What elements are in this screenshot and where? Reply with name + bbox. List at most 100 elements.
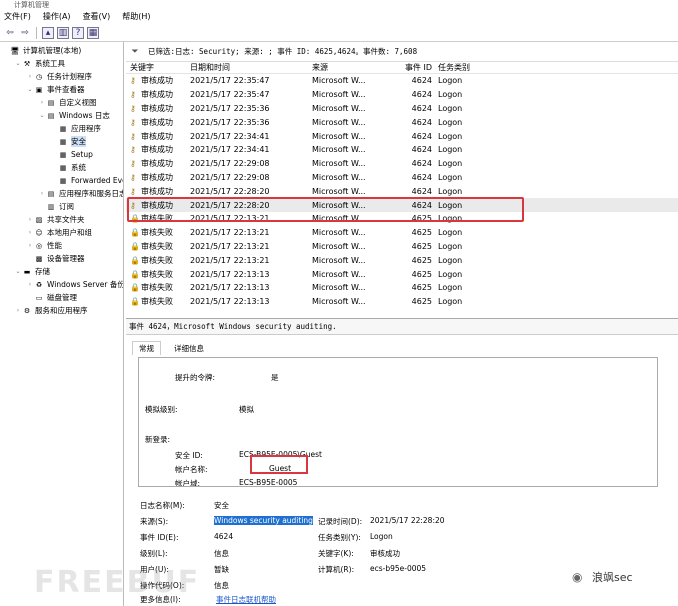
expand-arrow-icon[interactable]: ⌄ — [14, 268, 22, 275]
expand-arrow-icon[interactable]: › — [38, 190, 46, 197]
help-icon[interactable]: ? — [72, 26, 84, 39]
menu-action[interactable]: 操作(A) — [43, 11, 71, 22]
cell-source: Microsoft W... — [312, 159, 366, 169]
table-row[interactable]: 🔒审核失败 2021/5/17 22:13:13 Microsoft W... 462… — [126, 281, 678, 295]
source-value[interactable]: Windows security auditing — [214, 516, 313, 525]
back-arrow-icon[interactable]: ⇦ — [4, 27, 16, 39]
log-icon: ▦ — [59, 176, 67, 185]
expand-arrow-icon[interactable]: › — [38, 99, 46, 106]
tree-item[interactable]: ⌄ ⚒ 系统工具 — [14, 57, 65, 70]
tree-item[interactable]: ⌄ ▣ 事件查看器 — [26, 83, 84, 96]
tree-item[interactable]: ▭ 磁盘管理 — [26, 291, 77, 304]
tree-item[interactable]: 🖥 计算机管理(本地) — [2, 44, 82, 57]
table-row[interactable]: 🔒审核失败 2021/5/17 22:13:13 Microsoft W... 462… — [126, 295, 678, 309]
up-folder-icon[interactable]: ▴ — [42, 26, 54, 39]
key-icon: ⚷ — [130, 159, 136, 169]
cell-source: Microsoft W... — [312, 186, 366, 196]
table-row[interactable]: 🔒审核失败 2021/5/17 22:13:13 Microsoft W... 462… — [126, 267, 678, 281]
tree-item[interactable]: ▦ Setup — [50, 148, 93, 161]
impersonation-label: 模拟级别: — [145, 405, 178, 414]
forward-arrow-icon[interactable]: ⇨ — [19, 27, 31, 39]
menu-help[interactable]: 帮助(H) — [122, 11, 150, 22]
event-detail-title: 事件 4624，Microsoft Windows security audit… — [126, 319, 678, 335]
expand-arrow-icon[interactable]: ⌄ — [14, 60, 22, 67]
table-row[interactable]: ⚷ 审核成功 2021/5/17 22:35:47 Microsoft W... 462… — [126, 74, 678, 88]
tree-item-label: 本地用户和组 — [47, 228, 92, 237]
cell-keyword-text: 审核成功 — [141, 131, 173, 141]
online-help-link[interactable]: 事件日志联机帮助 — [216, 594, 276, 605]
cell-task-category: Logon — [438, 76, 463, 86]
col-header-source[interactable]: 来源 — [312, 62, 400, 73]
col-header-keyword[interactable]: 关键字 — [126, 62, 190, 73]
tree-item[interactable]: ▥ 订阅 — [38, 200, 74, 213]
event-description-box[interactable]: 提升的令牌: 是 模拟级别: 模拟 新登录: 安全 ID: ECS-B95E-0… — [138, 357, 658, 487]
cell-datetime: 2021/5/17 22:35:47 — [190, 76, 270, 86]
table-row[interactable]: ⚷ 审核成功 2021/5/17 22:34:41 Microsoft W... 462… — [126, 143, 678, 157]
watermark-account: 浪飒sec — [592, 571, 633, 584]
table-row[interactable]: ⚷ 审核成功 2021/5/17 22:34:41 Microsoft W... 462… — [126, 129, 678, 143]
event-viewer-icon: ▣ — [35, 85, 43, 94]
cell-event-id: 4624 — [411, 159, 432, 169]
cell-event-id: 4625 — [411, 297, 432, 307]
tree-item[interactable]: ▦ 安全 — [50, 135, 86, 148]
cell-keyword: 🔒审核失败 — [126, 241, 190, 252]
tree-item[interactable]: ▦ 应用程序 — [50, 122, 101, 135]
expand-arrow-icon[interactable]: › — [14, 307, 22, 314]
table-row[interactable]: 🔒审核失败 2021/5/17 22:13:21 Microsoft W... 462… — [126, 253, 678, 267]
filter-summary: 已筛选:日志: Security; 来源: ; 事件 ID: 4625,4624… — [148, 47, 418, 56]
tree-item-label: 自定义视图 — [59, 98, 97, 107]
tree-item[interactable]: › ▤ 自定义视图 — [38, 96, 97, 109]
user-value: 暂缺 — [214, 565, 229, 574]
tree-item[interactable]: ⌄ ▤ Windows 日志 — [38, 109, 109, 122]
cell-keyword-text: 审核成功 — [141, 90, 173, 100]
cell-event-id: 4624 — [411, 90, 432, 100]
col-header-datetime[interactable]: 日期和时间 — [190, 62, 312, 73]
tree-item[interactable]: › ⚙ 服务和应用程序 — [14, 304, 88, 317]
table-row[interactable]: 🔒审核失败 2021/5/17 22:13:21 Microsoft W... 462… — [126, 240, 678, 254]
filter-funnel-icon[interactable]: ⏷ — [130, 47, 140, 57]
opcode-value: 信息 — [214, 581, 229, 590]
expand-arrow-icon[interactable]: ⌄ — [26, 86, 34, 93]
table-row[interactable]: ⚷ 审核成功 2021/5/17 22:29:08 Microsoft W... 462… — [126, 157, 678, 171]
tree-item[interactable]: › ♻ Windows Server 备份 — [26, 278, 123, 291]
table-row[interactable]: ⚷ 审核成功 2021/5/17 22:35:36 Microsoft W... 462… — [126, 115, 678, 129]
tree-item[interactable]: ⌄ ▬ 存储 — [14, 265, 50, 278]
task-category-label: 任务类别(Y): — [318, 533, 361, 542]
cell-source: Microsoft W... — [312, 90, 366, 100]
show-tree-icon[interactable]: ▥ — [57, 26, 69, 39]
event-table-body: ⚷ 审核成功 2021/5/17 22:35:47 Microsoft W... 462… — [126, 74, 678, 309]
expand-arrow-icon[interactable]: › — [26, 73, 34, 80]
col-header-event-id[interactable]: 事件 ID — [400, 62, 438, 73]
menu-view[interactable]: 查看(V) — [83, 11, 111, 22]
expand-arrow-icon[interactable]: › — [26, 229, 34, 236]
tree-item[interactable]: › ☺ 本地用户和组 — [26, 226, 92, 239]
window-title: 计算机管理 — [14, 1, 49, 9]
performance-icon: ◎ — [35, 241, 43, 250]
expand-arrow-icon[interactable]: ⌄ — [38, 112, 46, 119]
table-row[interactable]: ⚷ 审核成功 2021/5/17 22:29:08 Microsoft W... 462… — [126, 171, 678, 185]
tree-item[interactable]: ▦ Forwarded Eve — [50, 174, 123, 187]
tree-item[interactable]: ▦ 系统 — [50, 161, 86, 174]
tree-item[interactable]: ▩ 设备管理器 — [26, 252, 85, 265]
cell-keyword: ⚷ 审核成功 — [126, 89, 190, 100]
tree-item[interactable]: › ▨ 共享文件夹 — [26, 213, 85, 226]
account-domain-value: ECS-B95E-0005 — [239, 478, 298, 487]
expand-arrow-icon[interactable]: › — [26, 242, 34, 249]
col-header-task-category[interactable]: 任务类别 — [438, 62, 498, 73]
expand-arrow-icon[interactable]: › — [26, 216, 34, 223]
expand-arrow-icon[interactable]: › — [26, 281, 34, 288]
cell-source: Microsoft W... — [312, 269, 366, 279]
tree-item[interactable]: › ◎ 性能 — [26, 239, 62, 252]
tab-general[interactable]: 常规 — [132, 341, 161, 355]
tab-details[interactable]: 详细信息 — [167, 341, 211, 355]
cell-keyword-text: 审核成功 — [141, 145, 173, 155]
menu-file[interactable]: 文件(F) — [4, 11, 31, 22]
table-row[interactable]: ⚷ 审核成功 2021/5/17 22:35:36 Microsoft W... 462… — [126, 102, 678, 116]
cell-keyword: ⚷ 审核成功 — [126, 186, 190, 197]
table-row[interactable]: 🔒审核失败 2021/5/17 22:13:21 Microsoft W... 462… — [126, 226, 678, 240]
menu-bar: 文件(F) 操作(A) 查看(V) 帮助(H) — [0, 9, 678, 23]
tree-item[interactable]: › ◷ 任务计划程序 — [26, 70, 92, 83]
properties-icon[interactable]: ▦ — [87, 26, 99, 39]
tree-item[interactable]: › ▤ 应用程序和服务日志 — [38, 187, 123, 200]
table-row[interactable]: ⚷ 审核成功 2021/5/17 22:35:47 Microsoft W... 462… — [126, 88, 678, 102]
